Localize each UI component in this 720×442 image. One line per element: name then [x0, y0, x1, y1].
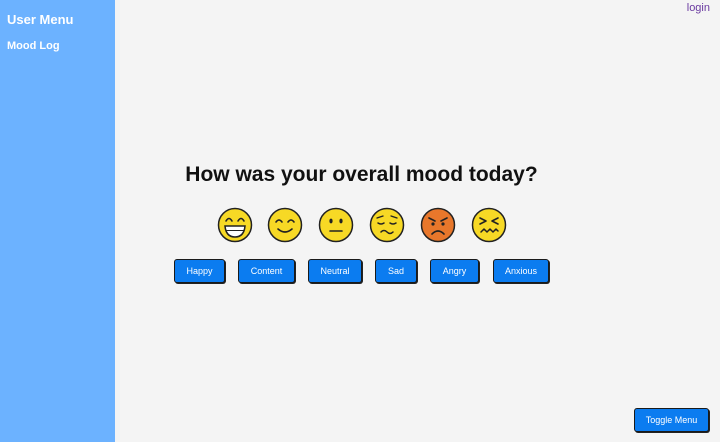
mood-content-button[interactable]: Content [238, 259, 295, 283]
mood-anxious-button[interactable]: Anxious [493, 259, 549, 283]
page-title: How was your overall mood today? [185, 163, 538, 186]
smiling-face-icon [267, 207, 303, 243]
pensive-face-icon [369, 207, 405, 243]
neutral-face-icon [318, 207, 354, 243]
mood-happy-button[interactable]: Happy [174, 259, 225, 283]
login-link[interactable]: login [687, 2, 710, 14]
confounded-face-icon [471, 207, 507, 243]
angry-face-icon [420, 207, 456, 243]
sidebar-item-mood-log[interactable]: Mood Log [7, 40, 60, 52]
sidebar-title: User Menu [7, 12, 74, 27]
mood-angry-button[interactable]: Angry [430, 259, 479, 283]
mood-sad-button[interactable]: Sad [375, 259, 417, 283]
mood-neutral-button[interactable]: Neutral [308, 259, 362, 283]
sidebar: User Menu Mood Log [0, 0, 115, 442]
toggle-menu-button[interactable]: Toggle Menu [634, 408, 709, 432]
grinning-face-icon [217, 207, 253, 243]
